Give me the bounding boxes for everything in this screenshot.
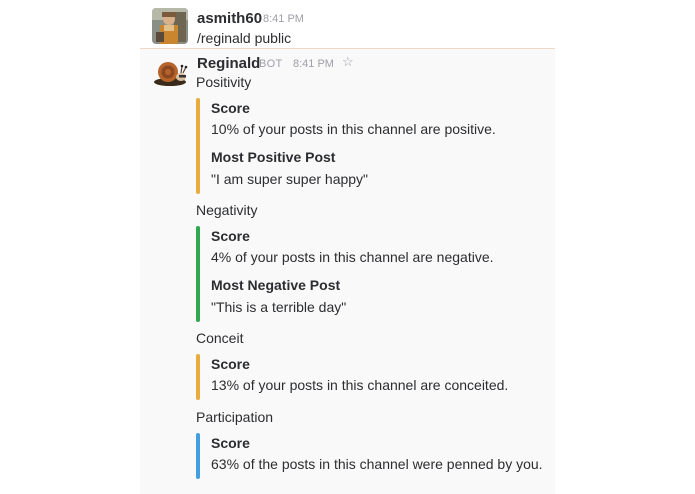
field-value: "This is a terrible day" [211, 299, 347, 315]
field-title: Most Negative Post [211, 277, 341, 293]
field-title: Score [211, 100, 250, 116]
message-text: /reginald public [197, 30, 292, 46]
field-value: 4% of your posts in this channel are neg… [211, 249, 494, 265]
star-icon[interactable]: ☆ [342, 54, 354, 70]
sender-name[interactable]: Reginald [197, 55, 260, 72]
attachment-color-bar [196, 433, 200, 479]
message-reginald[interactable]: Reginald BOT 8:41 PM ☆ Positivity Score … [140, 49, 555, 494]
field-value: 13% of your posts in this channel are co… [211, 377, 509, 393]
message-asmith60[interactable]: asmith60 8:41 PM /reginald public [140, 0, 555, 48]
message-timestamp[interactable]: 8:41 PM [293, 58, 334, 70]
section-title-positivity: Positivity [196, 74, 252, 90]
field-value: "I am super super happy" [211, 171, 369, 187]
attachment-color-bar [196, 226, 200, 322]
field-title: Score [211, 435, 250, 451]
attachment-conceit: Score 13% of your posts in this channel … [196, 354, 546, 400]
section-title-participation: Participation [196, 409, 274, 425]
attachment-color-bar [196, 354, 200, 400]
attachment-negativity: Score 4% of your posts in this channel a… [196, 226, 546, 322]
message-timestamp[interactable]: 8:41 PM [263, 13, 304, 25]
attachment-positivity: Score 10% of your posts in this channel … [196, 98, 546, 194]
section-title-conceit: Conceit [196, 330, 244, 346]
message-list: asmith60 8:41 PM /reginald public Regina… [140, 0, 555, 494]
field-title: Most Positive Post [211, 149, 336, 165]
section-title-negativity: Negativity [196, 202, 258, 218]
field-title: Score [211, 356, 250, 372]
attachment-participation: Score 63% of the posts in this channel w… [196, 433, 546, 479]
field-title: Score [211, 228, 250, 244]
attachment-color-bar [196, 98, 200, 194]
field-value: 10% of your posts in this channel are po… [211, 121, 496, 137]
bot-badge: BOT [259, 58, 283, 70]
user-avatar[interactable] [152, 8, 188, 44]
field-value: 63% of the posts in this channel were pe… [211, 456, 543, 472]
sender-name[interactable]: asmith60 [197, 10, 262, 27]
bot-avatar[interactable] [152, 57, 188, 93]
